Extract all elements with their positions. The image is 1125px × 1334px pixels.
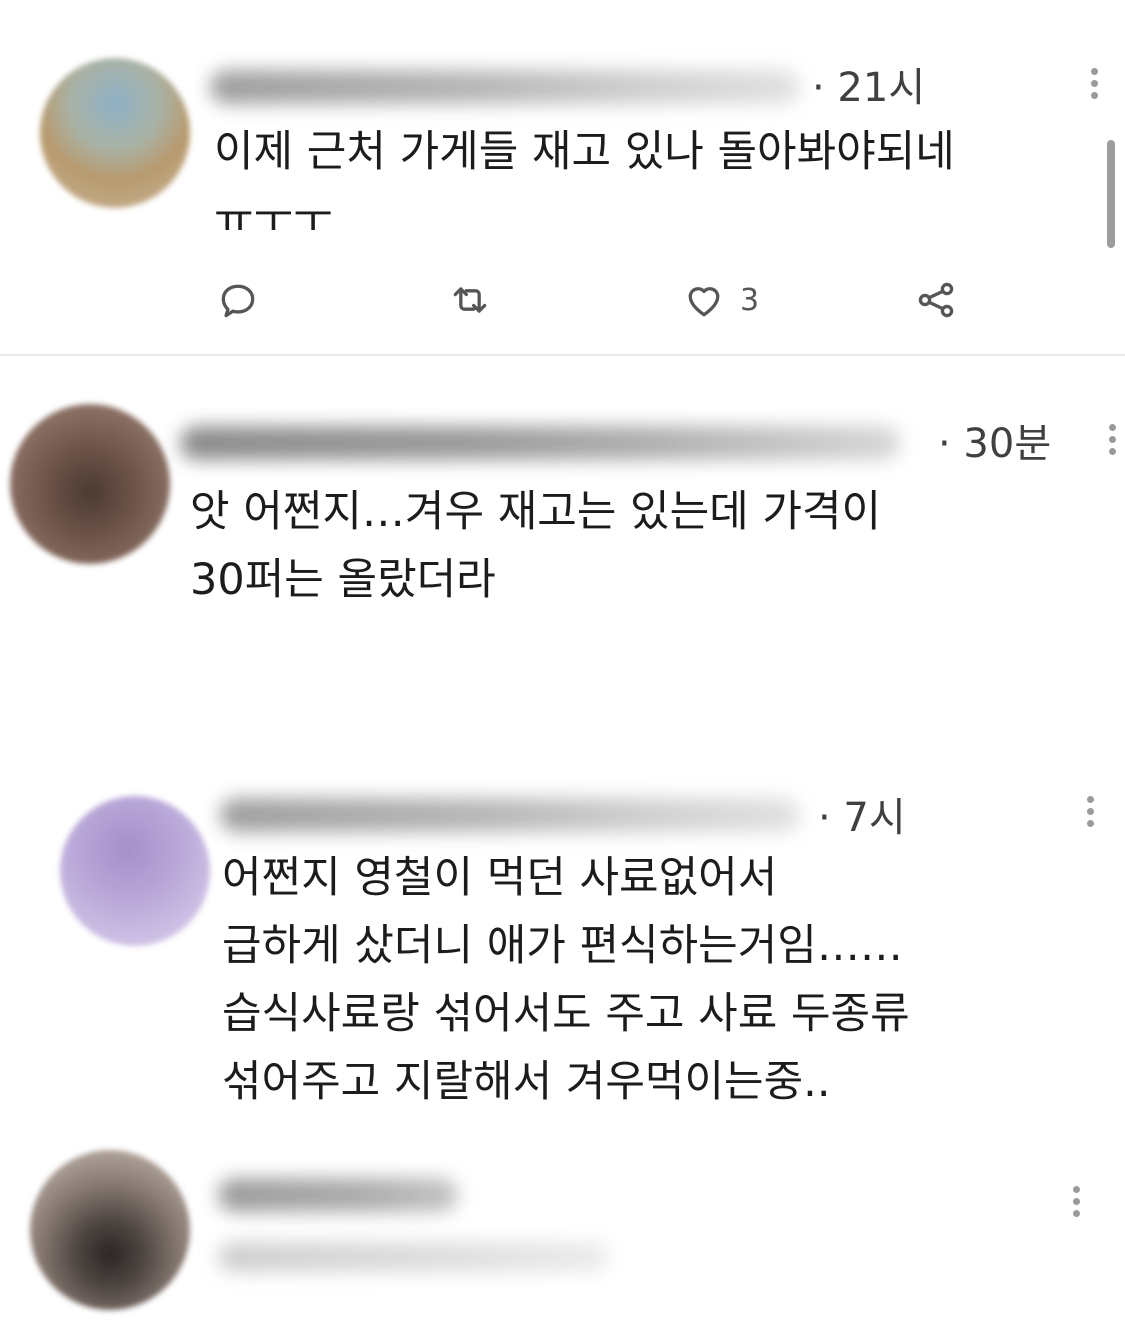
- tweet-2[interactable]: · 30분 앗 어쩐지…겨우 재고는 있는데 가격이 30퍼는 올랐더라: [0, 356, 1125, 696]
- scrollbar[interactable]: [1107, 140, 1115, 248]
- username-blurred[interactable]: [218, 1178, 458, 1212]
- more-options-icon[interactable]: [1109, 424, 1117, 460]
- reply-icon: [221, 284, 255, 318]
- more-options-icon[interactable]: [1091, 68, 1099, 104]
- avatar[interactable]: [40, 58, 190, 208]
- avatar[interactable]: [30, 1150, 190, 1310]
- reply-feed: · 21시 이제 근처 가게들 재고 있나 돌아봐야되네 ㅠㅜㅜ 3 · 30분…: [0, 0, 1125, 1334]
- tweet-text-line: 30퍼는 올랐더라: [190, 555, 496, 605]
- handle-blurred: [218, 1242, 608, 1272]
- tweet-4[interactable]: [0, 1136, 1125, 1334]
- username-blurred[interactable]: [180, 426, 900, 460]
- share-icon: [918, 282, 954, 318]
- tweet-text-line: 앗 어쩐지…겨우 재고는 있는데 가격이: [190, 487, 882, 537]
- tweet-time: · 30분: [938, 421, 1052, 467]
- avatar[interactable]: [60, 796, 210, 946]
- like-count: 3: [740, 282, 760, 318]
- tweet-text-line: 급하게 샀더니 애가 편식하는거임……: [222, 921, 903, 971]
- heart-icon: [688, 287, 720, 317]
- tweet-1[interactable]: · 21시 이제 근처 가게들 재고 있나 돌아봐야되네 ㅠㅜㅜ 3: [0, 0, 1125, 356]
- tweet-text-line: 어쩐지 영철이 먹던 사료없어서: [222, 853, 778, 903]
- tweet-text-line: 습식사료랑 섞어서도 주고 사료 두종류: [222, 989, 910, 1039]
- share-button[interactable]: [914, 276, 958, 324]
- tweet-time: · 21시: [812, 65, 926, 111]
- tweet-text-line: 이제 근처 가게들 재고 있나 돌아봐야되네: [214, 127, 955, 177]
- more-options-icon[interactable]: [1073, 1186, 1081, 1222]
- reply-button[interactable]: [216, 276, 260, 324]
- tweet-time: · 7시: [818, 795, 906, 841]
- more-options-icon[interactable]: [1087, 796, 1095, 832]
- like-button[interactable]: 3: [682, 276, 759, 324]
- tweet-text-line: ㅠㅜㅜ: [214, 195, 333, 230]
- tweet-actions: 3: [0, 276, 1125, 326]
- username-blurred[interactable]: [210, 70, 800, 104]
- retweet-button[interactable]: [448, 276, 492, 324]
- username-blurred[interactable]: [220, 798, 800, 832]
- tweet-text-line: 섞어주고 지랄해서 겨우먹이는중..: [222, 1057, 831, 1107]
- avatar[interactable]: [10, 404, 170, 564]
- retweet-icon: [453, 287, 487, 313]
- tweet-3[interactable]: · 7시 어쩐지 영철이 먹던 사료없어서 급하게 샀더니 애가 편식하는거임……: [0, 770, 1125, 1120]
